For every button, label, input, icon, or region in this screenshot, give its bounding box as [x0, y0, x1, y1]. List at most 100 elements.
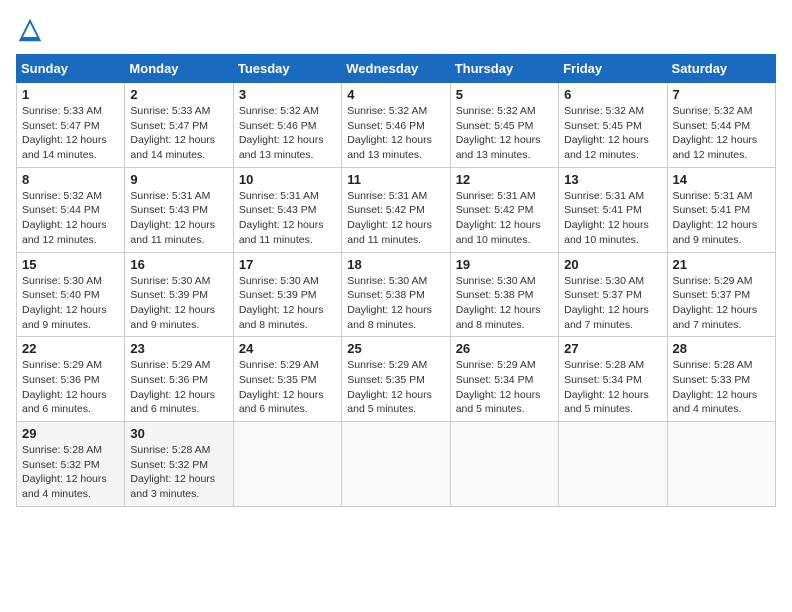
calendar-cell: 3 Sunrise: 5:32 AMSunset: 5:46 PMDaylight…: [233, 83, 341, 168]
day-number: 24: [239, 341, 336, 356]
weekday-header-saturday: Saturday: [667, 55, 775, 83]
day-info: Sunrise: 5:30 AMSunset: 5:40 PMDaylight:…: [22, 274, 119, 333]
calendar-cell: [342, 422, 450, 507]
calendar-cell: 12Sunrise: 5:31 AMSunset: 5:42 PMDayligh…: [450, 167, 558, 252]
day-number: 14: [673, 172, 770, 187]
day-info: Sunrise: 5:28 AMSunset: 5:34 PMDaylight:…: [564, 358, 661, 417]
day-number: 6: [564, 87, 661, 102]
calendar-cell: 9 Sunrise: 5:31 AMSunset: 5:43 PMDaylight…: [125, 167, 233, 252]
day-number: 16: [130, 257, 227, 272]
calendar-cell: 8 Sunrise: 5:32 AMSunset: 5:44 PMDaylight…: [17, 167, 125, 252]
day-number: 11: [347, 172, 444, 187]
weekday-header-monday: Monday: [125, 55, 233, 83]
calendar-cell: 17 Sunrise: 5:30 AMSunset: 5:39 PMDayligh…: [233, 252, 341, 337]
day-number: 25: [347, 341, 444, 356]
calendar-cell: 6 Sunrise: 5:32 AMSunset: 5:45 PMDaylight…: [559, 83, 667, 168]
day-number: 18: [347, 257, 444, 272]
day-info: Sunrise: 5:30 AMSunset: 5:38 PMDaylight:…: [456, 274, 553, 333]
day-number: 17: [239, 257, 336, 272]
weekday-header-tuesday: Tuesday: [233, 55, 341, 83]
calendar-cell: 10 Sunrise: 5:31 AMSunset: 5:43 PMDayligh…: [233, 167, 341, 252]
day-number: 29: [22, 426, 119, 441]
day-number: 20: [564, 257, 661, 272]
calendar-table: SundayMondayTuesdayWednesdayThursdayFrid…: [16, 54, 776, 507]
day-info: Sunrise: 5:33 AMSunset: 5:47 PMDaylight:…: [130, 104, 227, 163]
day-number: 4: [347, 87, 444, 102]
day-info: Sunrise: 5:28 AMSunset: 5:33 PMDaylight:…: [673, 358, 770, 417]
calendar-cell: 11 Sunrise: 5:31 AMSunset: 5:42 PMDayligh…: [342, 167, 450, 252]
calendar-cell: 20 Sunrise: 5:30 AMSunset: 5:37 PMDayligh…: [559, 252, 667, 337]
day-number: 9: [130, 172, 227, 187]
day-info: Sunrise: 5:31 AMSunset: 5:43 PMDaylight:…: [239, 189, 336, 248]
day-number: 13: [564, 172, 661, 187]
calendar-week-2: 8 Sunrise: 5:32 AMSunset: 5:44 PMDaylight…: [17, 167, 776, 252]
weekday-header-friday: Friday: [559, 55, 667, 83]
weekday-header-wednesday: Wednesday: [342, 55, 450, 83]
calendar-cell: 23 Sunrise: 5:29 AMSunset: 5:36 PMDayligh…: [125, 337, 233, 422]
day-info: Sunrise: 5:30 AMSunset: 5:37 PMDaylight:…: [564, 274, 661, 333]
day-info: Sunrise: 5:29 AMSunset: 5:34 PMDaylight:…: [456, 358, 553, 417]
day-info: Sunrise: 5:32 AMSunset: 5:45 PMDaylight:…: [456, 104, 553, 163]
calendar-cell: 19 Sunrise: 5:30 AMSunset: 5:38 PMDayligh…: [450, 252, 558, 337]
calendar-cell: 27 Sunrise: 5:28 AMSunset: 5:34 PMDayligh…: [559, 337, 667, 422]
day-info: Sunrise: 5:31 AMSunset: 5:42 PMDaylight:…: [456, 189, 553, 248]
calendar-cell: [559, 422, 667, 507]
calendar-cell: 15 Sunrise: 5:30 AMSunset: 5:40 PMDayligh…: [17, 252, 125, 337]
day-info: Sunrise: 5:29 AMSunset: 5:36 PMDaylight:…: [130, 358, 227, 417]
day-info: Sunrise: 5:32 AMSunset: 5:45 PMDaylight:…: [564, 104, 661, 163]
calendar-cell: 28 Sunrise: 5:28 AMSunset: 5:33 PMDayligh…: [667, 337, 775, 422]
day-info: Sunrise: 5:31 AMSunset: 5:41 PMDaylight:…: [564, 189, 661, 248]
day-number: 26: [456, 341, 553, 356]
day-info: Sunrise: 5:32 AMSunset: 5:44 PMDaylight:…: [22, 189, 119, 248]
day-info: Sunrise: 5:32 AMSunset: 5:46 PMDaylight:…: [347, 104, 444, 163]
day-info: Sunrise: 5:30 AMSunset: 5:39 PMDaylight:…: [130, 274, 227, 333]
calendar-cell: 21 Sunrise: 5:29 AMSunset: 5:37 PMDayligh…: [667, 252, 775, 337]
day-info: Sunrise: 5:29 AMSunset: 5:37 PMDaylight:…: [673, 274, 770, 333]
calendar-cell: 4 Sunrise: 5:32 AMSunset: 5:46 PMDaylight…: [342, 83, 450, 168]
calendar-week-1: 1 Sunrise: 5:33 AMSunset: 5:47 PMDaylight…: [17, 83, 776, 168]
calendar-cell: 24 Sunrise: 5:29 AMSunset: 5:35 PMDayligh…: [233, 337, 341, 422]
calendar-cell: 29 Sunrise: 5:28 AMSunset: 5:32 PMDayligh…: [17, 422, 125, 507]
day-info: Sunrise: 5:28 AMSunset: 5:32 PMDaylight:…: [130, 443, 227, 502]
day-info: Sunrise: 5:28 AMSunset: 5:32 PMDaylight:…: [22, 443, 119, 502]
day-info: Sunrise: 5:31 AMSunset: 5:41 PMDaylight:…: [673, 189, 770, 248]
day-number: 8: [22, 172, 119, 187]
day-info: Sunrise: 5:32 AMSunset: 5:46 PMDaylight:…: [239, 104, 336, 163]
day-info: Sunrise: 5:31 AMSunset: 5:43 PMDaylight:…: [130, 189, 227, 248]
logo-icon: [16, 16, 44, 44]
day-number: 19: [456, 257, 553, 272]
calendar-cell: 18 Sunrise: 5:30 AMSunset: 5:38 PMDayligh…: [342, 252, 450, 337]
calendar-header-row: SundayMondayTuesdayWednesdayThursdayFrid…: [17, 55, 776, 83]
calendar-cell: 14 Sunrise: 5:31 AMSunset: 5:41 PMDayligh…: [667, 167, 775, 252]
calendar-cell: [450, 422, 558, 507]
day-info: Sunrise: 5:30 AMSunset: 5:39 PMDaylight:…: [239, 274, 336, 333]
day-number: 28: [673, 341, 770, 356]
calendar-cell: 25Sunrise: 5:29 AMSunset: 5:35 PMDayligh…: [342, 337, 450, 422]
weekday-header-sunday: Sunday: [17, 55, 125, 83]
calendar-cell: 5Sunrise: 5:32 AMSunset: 5:45 PMDaylight…: [450, 83, 558, 168]
day-number: 22: [22, 341, 119, 356]
calendar-cell: [233, 422, 341, 507]
day-info: Sunrise: 5:29 AMSunset: 5:36 PMDaylight:…: [22, 358, 119, 417]
day-number: 23: [130, 341, 227, 356]
logo: [16, 16, 48, 44]
day-info: Sunrise: 5:33 AMSunset: 5:47 PMDaylight:…: [22, 104, 119, 163]
calendar-cell: 26 Sunrise: 5:29 AMSunset: 5:34 PMDayligh…: [450, 337, 558, 422]
calendar-week-4: 22 Sunrise: 5:29 AMSunset: 5:36 PMDayligh…: [17, 337, 776, 422]
day-number: 1: [22, 87, 119, 102]
day-number: 21: [673, 257, 770, 272]
calendar-cell: 22 Sunrise: 5:29 AMSunset: 5:36 PMDayligh…: [17, 337, 125, 422]
day-info: Sunrise: 5:29 AMSunset: 5:35 PMDaylight:…: [239, 358, 336, 417]
day-number: 7: [673, 87, 770, 102]
day-number: 30: [130, 426, 227, 441]
calendar-week-5: 29 Sunrise: 5:28 AMSunset: 5:32 PMDayligh…: [17, 422, 776, 507]
day-number: 10: [239, 172, 336, 187]
calendar-cell: 1 Sunrise: 5:33 AMSunset: 5:47 PMDaylight…: [17, 83, 125, 168]
day-number: 27: [564, 341, 661, 356]
page-header: [16, 16, 776, 44]
weekday-header-thursday: Thursday: [450, 55, 558, 83]
day-number: 3: [239, 87, 336, 102]
day-number: 15: [22, 257, 119, 272]
day-info: Sunrise: 5:31 AMSunset: 5:42 PMDaylight:…: [347, 189, 444, 248]
day-info: Sunrise: 5:30 AMSunset: 5:38 PMDaylight:…: [347, 274, 444, 333]
